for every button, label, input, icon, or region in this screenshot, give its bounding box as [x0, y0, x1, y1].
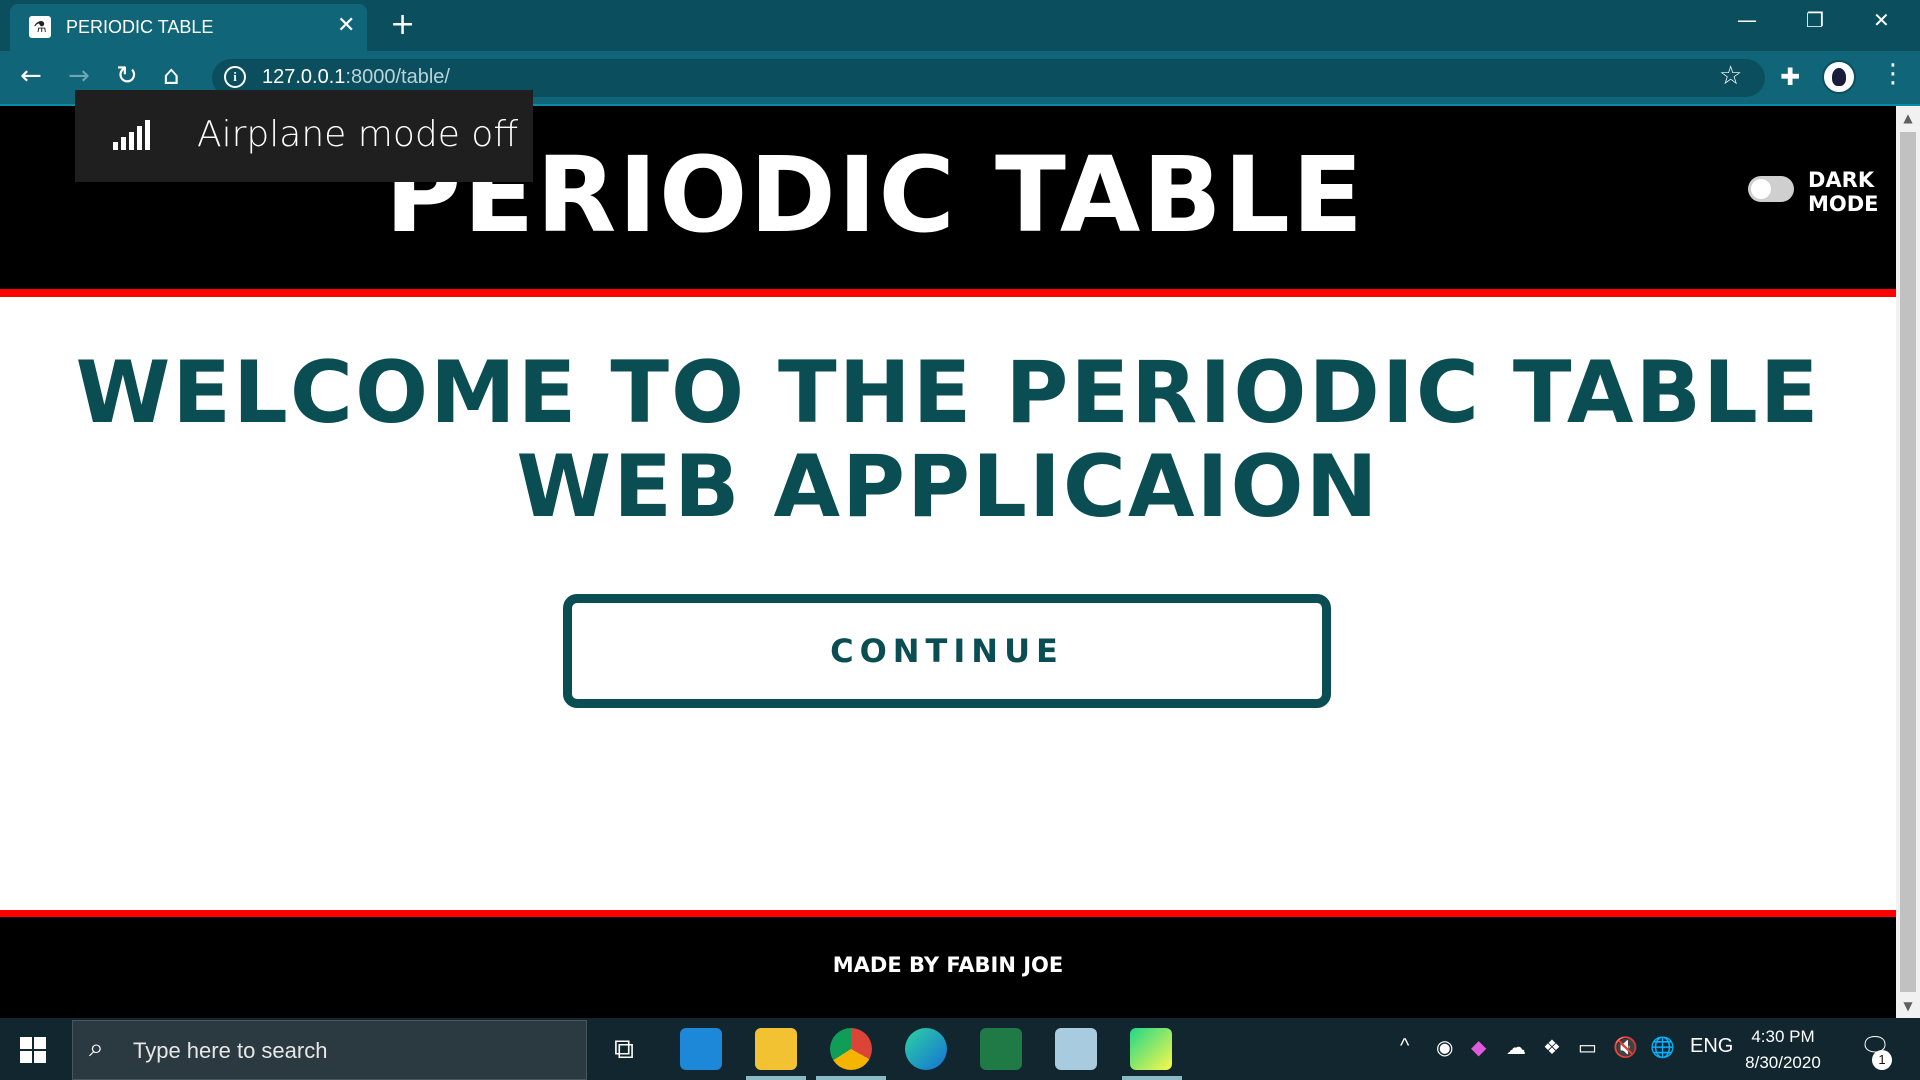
- notification-badge: 1: [1872, 1050, 1892, 1070]
- page-scrollbar[interactable]: ▲ ▼: [1896, 106, 1920, 1018]
- bookmark-star-icon[interactable]: ☆: [1719, 61, 1742, 91]
- network-globe-icon[interactable]: 🌐: [1650, 1035, 1675, 1060]
- reload-icon[interactable]: ↻: [116, 61, 138, 91]
- header-divider: [0, 289, 1896, 297]
- onedrive-icon[interactable]: ☁: [1506, 1035, 1526, 1060]
- windows-start-icon[interactable]: [20, 1037, 46, 1063]
- clock-time: 4:30 PM: [1751, 1027, 1815, 1046]
- tab-title: PERIODIC TABLE: [66, 17, 214, 37]
- tray-overflow-icon[interactable]: ^: [1400, 1035, 1409, 1058]
- language-indicator[interactable]: ENG: [1690, 1035, 1733, 1058]
- mail-icon[interactable]: [680, 1028, 722, 1070]
- volume-muted-icon[interactable]: 🔇: [1613, 1035, 1638, 1060]
- welcome-heading: WELCOME TO THE PERIODIC TABLE WEB APPLIC…: [0, 346, 1896, 534]
- url-path: :8000/table/: [345, 66, 450, 88]
- active-indicator: [746, 1076, 806, 1080]
- notepad-icon[interactable]: [1055, 1028, 1097, 1070]
- battery-icon[interactable]: ▭: [1578, 1035, 1597, 1060]
- home-icon[interactable]: ⌂: [163, 61, 180, 91]
- chrome-icon[interactable]: [830, 1028, 872, 1070]
- scroll-up-arrow-icon[interactable]: ▲: [1896, 106, 1920, 130]
- browser-tab[interactable]: ⚗ PERIODIC TABLE ✕: [10, 4, 367, 51]
- task-view-icon[interactable]: ⧉: [603, 1028, 645, 1070]
- edge-icon[interactable]: [905, 1028, 947, 1070]
- url-host: 127.0.0.1: [262, 66, 346, 88]
- dropbox-icon[interactable]: ❖: [1543, 1035, 1561, 1060]
- welcome-line2: WEB APPLICAION: [516, 437, 1380, 537]
- scroll-thumb[interactable]: [1900, 132, 1916, 992]
- minimize-button[interactable]: —: [1737, 8, 1757, 32]
- profile-avatar[interactable]: [1822, 60, 1856, 94]
- extensions-icon[interactable]: ✚: [1780, 63, 1800, 91]
- excel-icon[interactable]: [980, 1028, 1022, 1070]
- record-icon[interactable]: ◉: [1436, 1035, 1453, 1060]
- browser-titlebar: ⚗ PERIODIC TABLE ✕ + — ❐ ✕: [0, 0, 1920, 51]
- pycharm-icon[interactable]: [1130, 1028, 1172, 1070]
- app-tray-icon[interactable]: ◆: [1471, 1035, 1486, 1060]
- page-viewport: PERIODIC TABLE DARK MODE WELCOME TO THE …: [0, 106, 1896, 1018]
- clock-date: 8/30/2020: [1745, 1053, 1821, 1072]
- taskbar-search[interactable]: ⌕ Type here to search: [72, 1020, 587, 1080]
- toast-message: Airplane mode off: [197, 114, 519, 155]
- signal-bars-icon: [113, 120, 151, 150]
- close-tab-icon[interactable]: ✕: [337, 13, 355, 38]
- windows-taskbar: ⌕ Type here to search ⧉ ^ ◉ ◆ ☁ ❖ ▭ 🔇 🌐 …: [0, 1018, 1920, 1080]
- airplane-mode-toast: Airplane mode off: [75, 90, 533, 182]
- menu-icon[interactable]: ⋮: [1880, 59, 1906, 89]
- footer-credit: MADE BY FABIN JOE: [832, 953, 1064, 977]
- search-icon: ⌕: [89, 1033, 104, 1063]
- dark-mode-label: DARK MODE: [1808, 168, 1888, 216]
- back-icon[interactable]: ←: [20, 61, 42, 91]
- url-text[interactable]: 127.0.0.1:8000/table/: [262, 66, 450, 89]
- site-footer: MADE BY FABIN JOE: [0, 917, 1896, 1018]
- dark-mode-toggle[interactable]: [1748, 176, 1794, 202]
- dark-mode-label-line2: MODE: [1808, 192, 1879, 216]
- system-clock[interactable]: 4:30 PM 8/30/2020: [1738, 1024, 1828, 1076]
- welcome-line1: WELCOME TO THE PERIODIC TABLE: [75, 343, 1821, 443]
- restore-button[interactable]: ❐: [1806, 8, 1824, 32]
- close-window-button[interactable]: ✕: [1873, 8, 1890, 32]
- toggle-knob: [1751, 179, 1771, 199]
- dark-mode-label-line1: DARK: [1808, 168, 1875, 192]
- scroll-down-arrow-icon[interactable]: ▼: [1896, 994, 1920, 1018]
- new-tab-button[interactable]: +: [390, 8, 415, 42]
- search-placeholder: Type here to search: [133, 1038, 328, 1063]
- forward-icon[interactable]: →: [68, 61, 90, 91]
- continue-button[interactable]: CONTINUE: [563, 594, 1331, 708]
- active-indicator: [1122, 1076, 1182, 1080]
- active-indicator: [816, 1076, 886, 1080]
- flask-icon: ⚗: [29, 16, 51, 38]
- file-explorer-icon[interactable]: [755, 1028, 797, 1070]
- site-info-icon[interactable]: i: [224, 66, 246, 88]
